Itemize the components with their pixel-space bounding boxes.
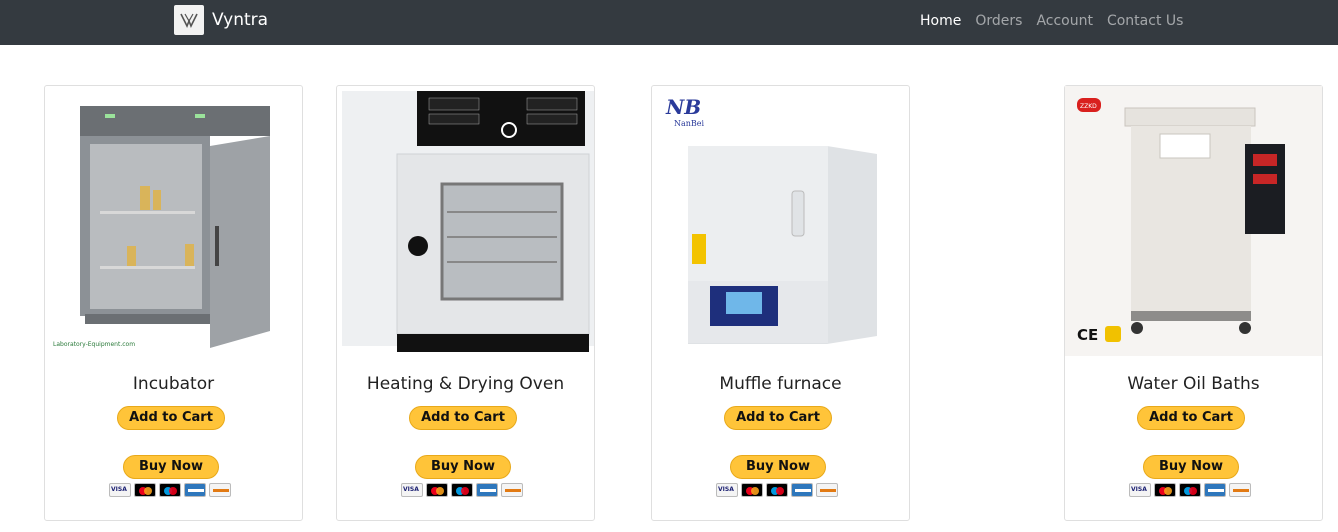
- payment-cards: [1129, 483, 1251, 497]
- amex-icon: [1204, 483, 1226, 497]
- product-title: Muffle furnace: [719, 374, 842, 394]
- product-image[interactable]: ZZKD CE: [1065, 86, 1322, 356]
- brand-mark: NB: [665, 95, 701, 119]
- nav-link-orders[interactable]: Orders: [975, 13, 1022, 29]
- maestro-icon: [1179, 483, 1201, 497]
- maestro-icon: [159, 483, 181, 497]
- discover-icon: [209, 483, 231, 497]
- amex-icon: [791, 483, 813, 497]
- product-title: Water Oil Baths: [1127, 374, 1260, 394]
- add-to-cart-button[interactable]: Add to Cart: [1137, 406, 1245, 430]
- amex-icon: [476, 483, 498, 497]
- navbar: Vyntra Home Orders Account Contact Us: [0, 0, 1338, 45]
- brand-logo-icon[interactable]: [174, 5, 204, 35]
- nav-link-home[interactable]: Home: [920, 13, 961, 29]
- visa-icon: [401, 483, 423, 497]
- mastercard-icon: [1154, 483, 1176, 497]
- discover-icon: [1229, 483, 1251, 497]
- buy-now-button[interactable]: Buy Now: [415, 455, 511, 479]
- visa-icon: [109, 483, 131, 497]
- payment-cards: [109, 483, 231, 497]
- mastercard-icon: [741, 483, 763, 497]
- product-image[interactable]: Laboratory-Equipment.com: [45, 86, 302, 356]
- visa-icon: [716, 483, 738, 497]
- product-title: Incubator: [132, 374, 215, 394]
- product-card: NB NanBei Muffle furnace Add to Cart Buy…: [651, 85, 910, 521]
- buy-now-button[interactable]: Buy Now: [123, 455, 219, 479]
- mastercard-icon: [426, 483, 448, 497]
- product-title: Heating & Drying Oven: [366, 374, 565, 394]
- product-image[interactable]: [337, 86, 594, 356]
- product-image[interactable]: NB NanBei: [652, 86, 909, 356]
- add-to-cart-button[interactable]: Add to Cart: [117, 406, 225, 430]
- payment-cards: [401, 483, 523, 497]
- ce-mark: CE: [1077, 326, 1098, 344]
- add-to-cart-button[interactable]: Add to Cart: [409, 406, 517, 430]
- mastercard-icon: [134, 483, 156, 497]
- brand-mark: ZZKD: [1080, 103, 1097, 110]
- discover-icon: [816, 483, 838, 497]
- image-caption: Laboratory-Equipment.com: [53, 341, 135, 348]
- brand-name[interactable]: Vyntra: [212, 10, 268, 30]
- buy-now-button[interactable]: Buy Now: [1143, 455, 1239, 479]
- product-card: Heating & Drying Oven Add to Cart Buy No…: [336, 85, 595, 521]
- brand-mark-sub: NanBei: [674, 119, 705, 128]
- nav-link-contact-us[interactable]: Contact Us: [1107, 13, 1183, 29]
- maestro-icon: [766, 483, 788, 497]
- product-card: Laboratory-Equipment.com Incubator Add t…: [44, 85, 303, 521]
- amex-icon: [184, 483, 206, 497]
- nav-links: Home Orders Account Contact Us: [920, 13, 1183, 29]
- maestro-icon: [451, 483, 473, 497]
- add-to-cart-button[interactable]: Add to Cart: [724, 406, 832, 430]
- visa-icon: [1129, 483, 1151, 497]
- nav-link-account[interactable]: Account: [1036, 13, 1093, 29]
- discover-icon: [501, 483, 523, 497]
- buy-now-button[interactable]: Buy Now: [730, 455, 826, 479]
- payment-cards: [716, 483, 838, 497]
- product-card: ZZKD CE Water Oil Baths Add to Cart Buy …: [1064, 85, 1323, 521]
